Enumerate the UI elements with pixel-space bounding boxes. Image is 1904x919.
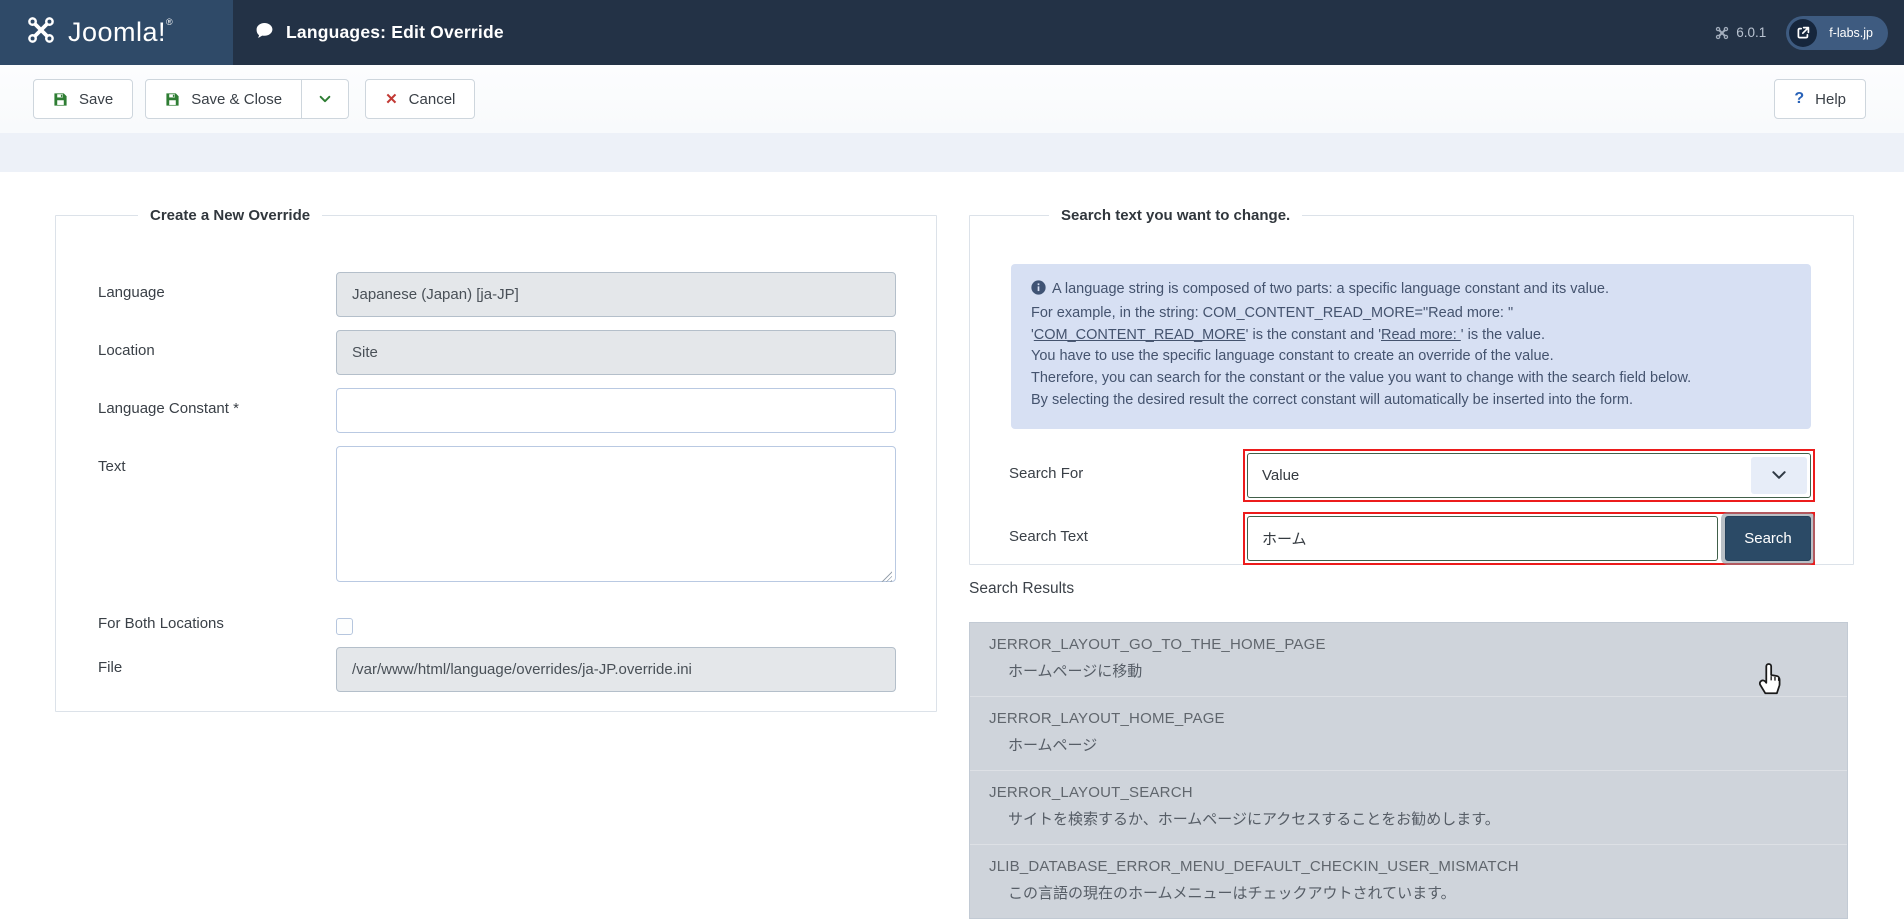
cancel-x-icon: ✕ <box>385 90 398 108</box>
alert-line-4: You have to use the specific language co… <box>1031 346 1791 368</box>
file-field <box>336 647 896 692</box>
joomla-logo-icon <box>26 15 56 50</box>
chevron-down-icon <box>1751 457 1807 494</box>
search-results-list: JERROR_LAYOUT_GO_TO_THE_HOME_PAGE ホームページ… <box>969 622 1848 919</box>
toolbar: Save Save & Close ✕ Cancel ? Help <box>0 65 1904 133</box>
help-button[interactable]: ? Help <box>1774 79 1866 119</box>
both-locations-checkbox[interactable] <box>336 618 353 635</box>
create-override-legend: Create a New Override <box>138 207 322 224</box>
result-item[interactable]: JERROR_LAYOUT_GO_TO_THE_HOME_PAGE ホームページ… <box>970 623 1847 696</box>
save-options-dropdown-button[interactable] <box>302 79 349 119</box>
speech-bubble-icon <box>255 21 274 45</box>
subheader-band <box>0 133 1904 172</box>
info-circle-icon <box>1031 280 1046 303</box>
page-title: Languages: Edit Override <box>286 22 504 43</box>
alert-line-1: A language string is composed of two par… <box>1031 279 1791 303</box>
save-floppy-icon <box>53 92 68 107</box>
location-label: Location <box>98 330 336 375</box>
result-item[interactable]: JERROR_LAYOUT_SEARCH サイトを検索するか、ホームページにアク… <box>970 770 1847 844</box>
search-results-heading: Search Results <box>969 580 1074 598</box>
alert-line-3: 'COM_CONTENT_READ_MORE' is the constant … <box>1031 325 1791 347</box>
search-for-label: Search For <box>1009 453 1247 502</box>
language-label: Language <box>98 272 336 317</box>
external-link-icon <box>1789 19 1817 47</box>
file-label: File <box>98 647 336 692</box>
alert-line-6: By selecting the desired result the corr… <box>1031 390 1791 412</box>
both-locations-label: For Both Locations <box>98 608 336 640</box>
help-question-icon: ? <box>1794 90 1804 108</box>
site-preview-button[interactable]: f-labs.jp <box>1786 16 1888 50</box>
save-floppy-icon <box>165 92 180 107</box>
result-item[interactable]: JLIB_DATABASE_ERROR_MENU_DEFAULT_CHECKIN… <box>970 844 1847 918</box>
search-panel-legend: Search text you want to change. <box>1049 207 1302 224</box>
cancel-button[interactable]: ✕ Cancel <box>365 79 475 119</box>
language-field <box>336 272 896 317</box>
search-text-input[interactable] <box>1247 516 1718 561</box>
text-label: Text <box>98 446 336 587</box>
text-field[interactable] <box>336 446 896 582</box>
joomla-brand[interactable]: Joomla!® <box>0 0 233 65</box>
create-override-panel: Create a New Override Language Location … <box>55 207 937 712</box>
main-content: Create a New Override Language Location … <box>0 172 1904 919</box>
result-item[interactable]: JERROR_LAYOUT_HOME_PAGE ホームページ <box>970 696 1847 770</box>
site-link-label: f-labs.jp <box>1829 26 1873 40</box>
language-constant-field[interactable] <box>336 388 896 433</box>
search-text-annotation: Search <box>1243 512 1815 565</box>
chevron-down-icon <box>318 92 332 106</box>
save-close-button[interactable]: Save & Close <box>145 79 302 119</box>
language-constant-label: Language Constant * <box>98 388 336 433</box>
search-for-annotation: Value <box>1243 449 1815 502</box>
constant-example-link[interactable]: COM_CONTENT_READ_MORE <box>1034 327 1246 343</box>
joomla-version-icon <box>1715 26 1729 40</box>
alert-line-5: Therefore, you can search for the consta… <box>1031 368 1791 390</box>
joomla-wordmark: Joomla!® <box>68 17 173 48</box>
search-help-alert: A language string is composed of two par… <box>1011 264 1811 429</box>
joomla-version: 6.0.1 <box>1715 25 1766 40</box>
save-button[interactable]: Save <box>33 79 133 119</box>
mouse-cursor-hand <box>1752 658 1786 701</box>
search-text-label: Search Text <box>1009 516 1247 565</box>
alert-line-2: For example, in the string: COM_CONTENT_… <box>1031 303 1791 325</box>
search-button[interactable]: Search <box>1725 516 1811 561</box>
page-title-area: Languages: Edit Override <box>233 0 504 65</box>
search-for-select[interactable]: Value <box>1247 453 1811 498</box>
location-field <box>336 330 896 375</box>
search-panel: Search text you want to change. A langua… <box>969 207 1854 565</box>
top-navbar: Joomla!® Languages: Edit Override 6.0.1 <box>0 0 1904 65</box>
value-example-link[interactable]: Read more: <box>1381 327 1461 343</box>
